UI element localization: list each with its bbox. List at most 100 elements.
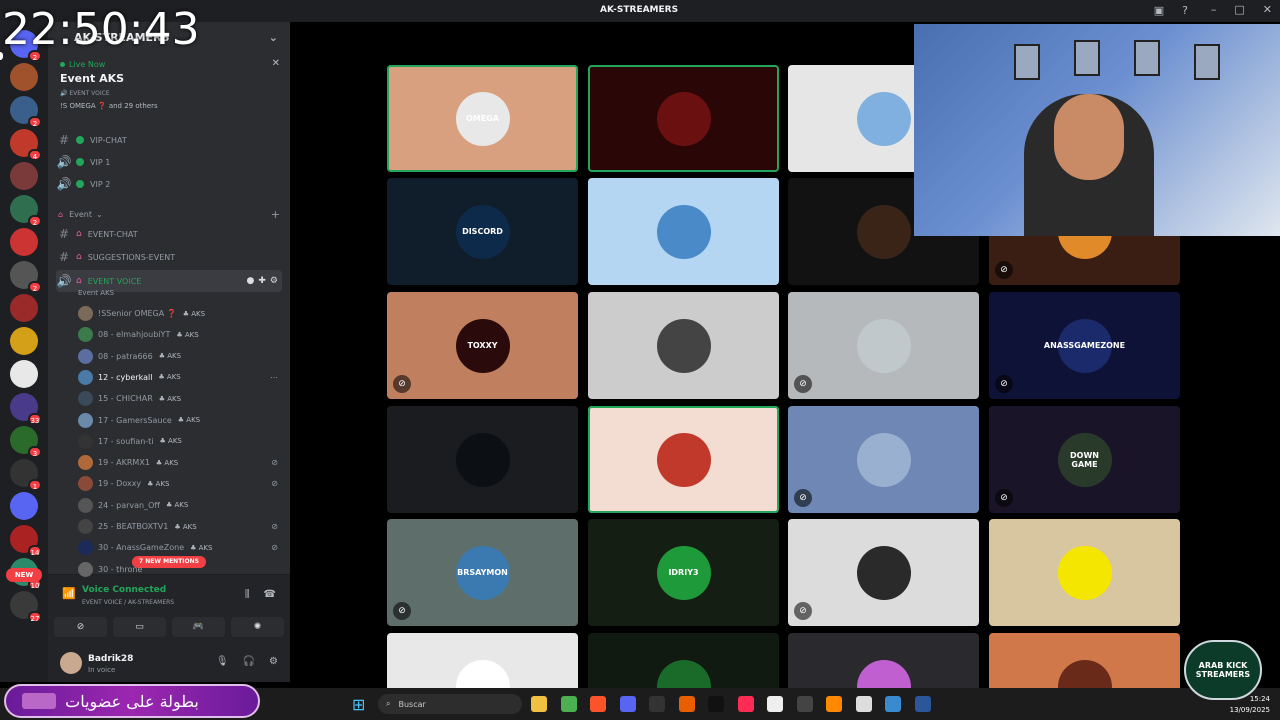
member-row[interactable]: 12 - cyberkall ♣ AKS ⋯ bbox=[78, 367, 278, 388]
channel-label: VIP 1 bbox=[90, 157, 111, 167]
avatar[interactable] bbox=[60, 652, 82, 674]
inbox-icon[interactable]: ▣ bbox=[1154, 4, 1164, 17]
member-row[interactable]: 24 - parvan_Off ♣ AKS bbox=[78, 495, 278, 516]
member-row[interactable]: 30 - throne bbox=[78, 559, 278, 580]
disconnect-icon[interactable]: ☎ bbox=[264, 589, 276, 600]
event-card[interactable]: Live Now Event AKS 🔊 EVENT VOICE !S OMEG… bbox=[54, 54, 284, 126]
word-icon[interactable] bbox=[914, 696, 931, 712]
participant-tile[interactable]: IDRIY3 bbox=[588, 519, 779, 626]
participant-tile[interactable] bbox=[588, 406, 779, 513]
chrome-icon[interactable] bbox=[560, 696, 577, 712]
participant-tile[interactable]: ANASSGAMEZONE ⊘ bbox=[989, 292, 1180, 399]
participant-tile[interactable]: DOWN GAME ⊘ bbox=[989, 406, 1180, 513]
server-icon[interactable] bbox=[10, 162, 38, 190]
avatar-label: TOXXY bbox=[467, 341, 498, 350]
file-explorer-icon[interactable] bbox=[531, 696, 547, 712]
discord-icon[interactable] bbox=[619, 696, 636, 712]
camera-off-button[interactable]: ⊘ bbox=[54, 617, 107, 637]
more-icon[interactable]: ⋯ bbox=[270, 373, 278, 382]
gear-icon[interactable]: ⚙ bbox=[269, 656, 278, 667]
gear-icon[interactable]: ⚙ bbox=[270, 276, 278, 286]
member-row[interactable]: 08 - patra666 ♣ AKS bbox=[78, 346, 278, 367]
participant-tile[interactable]: BRSAYMON ⊘ bbox=[387, 519, 578, 626]
server-icon[interactable] bbox=[10, 492, 38, 520]
member-row[interactable]: 15 - CHICHAR ♣ AKS bbox=[78, 388, 278, 409]
server-icon[interactable] bbox=[10, 294, 38, 322]
channel-vip-chat[interactable]: # VIP-CHAT bbox=[56, 130, 282, 150]
obs-icon[interactable] bbox=[649, 696, 665, 712]
member-row[interactable]: 19 - Doxxy ♣ AKS ⊘ bbox=[78, 473, 278, 494]
participant-tile[interactable] bbox=[387, 406, 578, 513]
member-row[interactable]: 17 - GamersSauce ♣ AKS bbox=[78, 410, 278, 431]
participant-tile[interactable]: ⊘ bbox=[788, 292, 979, 399]
server-icon[interactable]: 4 bbox=[10, 129, 42, 161]
member-row[interactable]: 08 - elmahjoubiYT ♣ AKS bbox=[78, 324, 278, 345]
participant-tile[interactable]: DISCORD bbox=[387, 178, 578, 285]
store-icon[interactable] bbox=[855, 696, 872, 712]
add-member-icon[interactable]: ✚ bbox=[258, 276, 266, 286]
member-row[interactable]: 25 - BEATBOXTV1 ♣ AKS ⊘ bbox=[78, 516, 278, 537]
server-icon[interactable] bbox=[10, 228, 38, 256]
chevron-down-icon[interactable]: ⌄ bbox=[269, 31, 278, 44]
terminal-icon[interactable] bbox=[796, 696, 813, 712]
participant-tile[interactable]: ⊘ bbox=[788, 519, 979, 626]
noise-suppression-icon[interactable]: ⫼ bbox=[245, 589, 250, 600]
participant-tile[interactable]: TOXXY ⊘ bbox=[387, 292, 578, 399]
arabic-banner: بطولة على عضويات bbox=[4, 684, 260, 718]
server-icon[interactable]: 14 bbox=[10, 525, 42, 557]
new-badge[interactable]: NEW bbox=[6, 568, 42, 582]
participant-tile[interactable]: OMEGA bbox=[387, 65, 578, 172]
voice-connected-subtitle[interactable]: EVENT VOICE / AK-STREAMERS bbox=[82, 599, 174, 606]
participant-tile[interactable]: ⊘ bbox=[788, 406, 979, 513]
server-icon[interactable]: 1 bbox=[10, 459, 42, 491]
maximize-button[interactable]: □ bbox=[1234, 3, 1244, 16]
member-row[interactable]: 17 - soufian-ti ♣ AKS bbox=[78, 431, 278, 452]
mic-icon[interactable]: 🎙 bbox=[216, 656, 229, 667]
server-icon[interactable]: 33 bbox=[10, 393, 42, 425]
server-icon[interactable]: 27 bbox=[10, 591, 42, 623]
windows-start-icon[interactable]: ⊞ bbox=[352, 695, 365, 714]
signal-icon[interactable]: 📶 bbox=[62, 587, 76, 600]
capcut-icon[interactable] bbox=[767, 696, 783, 712]
server-icon[interactable] bbox=[10, 327, 38, 355]
taskbar-search[interactable]: ⌕ Buscar bbox=[378, 694, 522, 714]
tiktok-icon[interactable] bbox=[708, 696, 724, 712]
soundboard-button[interactable]: ✺ bbox=[231, 617, 284, 637]
server-icon[interactable]: 2 bbox=[10, 195, 42, 227]
help-icon[interactable]: ? bbox=[1182, 4, 1188, 17]
screen-share-button[interactable]: ▭ bbox=[113, 617, 166, 637]
vpn-icon[interactable] bbox=[885, 696, 901, 712]
participant-tile[interactable] bbox=[588, 178, 779, 285]
server-icon[interactable] bbox=[10, 63, 38, 91]
participant-tile[interactable] bbox=[588, 65, 779, 172]
channel-event-chat[interactable]: # ⌂ EVENT-CHAT bbox=[56, 224, 282, 244]
chat-bubble-icon[interactable]: ● bbox=[247, 276, 255, 286]
member-tag: ♣ AKS bbox=[158, 373, 181, 382]
avatar bbox=[78, 391, 93, 407]
minimize-button[interactable]: – bbox=[1211, 3, 1217, 16]
close-icon[interactable]: ✕ bbox=[272, 58, 280, 69]
add-channel-icon[interactable]: + bbox=[271, 208, 280, 221]
participant-tile[interactable] bbox=[588, 292, 779, 399]
member-row[interactable]: !SSenior OMEGA ❓ ♣ AKS bbox=[78, 303, 278, 324]
server-icon[interactable]: 2 bbox=[10, 96, 42, 128]
headphones-icon[interactable]: 🎧 bbox=[243, 656, 255, 667]
server-icon[interactable] bbox=[10, 360, 38, 388]
participant-tile[interactable] bbox=[989, 519, 1180, 626]
tiktok-live-icon[interactable] bbox=[737, 696, 754, 712]
category-event[interactable]: ⌂ Event ⌄ + bbox=[58, 208, 280, 221]
brave-icon[interactable] bbox=[590, 696, 606, 712]
channel-suggestions-event[interactable]: # ⌂ SUGGESTIONS-EVENT bbox=[56, 247, 282, 267]
member-row[interactable]: 19 - AKRMX1 ♣ AKS ⊘ bbox=[78, 452, 278, 473]
channel-vip-1[interactable]: 🔊 VIP 1 bbox=[56, 152, 282, 172]
house-icon: ⌂ bbox=[76, 252, 82, 262]
member-row[interactable]: 30 - AnassGameZone ♣ AKS ⊘ bbox=[78, 537, 278, 558]
channel-label: EVENT-CHAT bbox=[87, 229, 138, 239]
server-icon[interactable]: 2 bbox=[10, 261, 42, 293]
activity-button[interactable]: 🎮 bbox=[172, 617, 225, 637]
vlc-icon[interactable] bbox=[678, 696, 695, 712]
vlc-player-icon[interactable] bbox=[826, 696, 842, 712]
server-icon[interactable]: 3 bbox=[10, 426, 42, 458]
channel-vip-2[interactable]: 🔊 VIP 2 bbox=[56, 174, 282, 194]
close-window-button[interactable]: ✕ bbox=[1263, 3, 1272, 16]
